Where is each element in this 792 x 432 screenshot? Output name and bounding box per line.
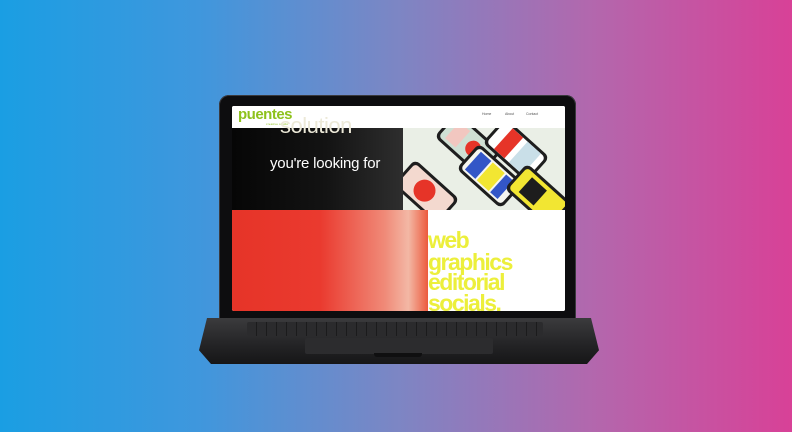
service-socials[interactable]: socials. [428, 292, 502, 312]
nav-link-contact[interactable]: Contact [526, 112, 538, 116]
nav-link-about[interactable]: About [505, 112, 514, 116]
service-editorial[interactable]: editorial [428, 271, 505, 294]
laptop-notch [374, 353, 422, 357]
services-list: web graphics editorial socials. [428, 210, 565, 311]
laptop-trackpad [305, 338, 493, 354]
hero-tagline: you're looking for [270, 155, 381, 172]
nav-link-home[interactable]: Home [482, 112, 491, 116]
hero-headline-word: solution [280, 113, 352, 138]
laptop-screen: puentes creative studio Home About Conta… [232, 106, 565, 311]
red-gradient-panel [232, 210, 428, 311]
laptop-keyboard [247, 322, 543, 336]
phones-mockup-image [403, 128, 565, 210]
service-web[interactable]: web [428, 229, 470, 252]
hero-section: solution you're looking for [232, 115, 403, 210]
phone-mockup [403, 159, 460, 210]
